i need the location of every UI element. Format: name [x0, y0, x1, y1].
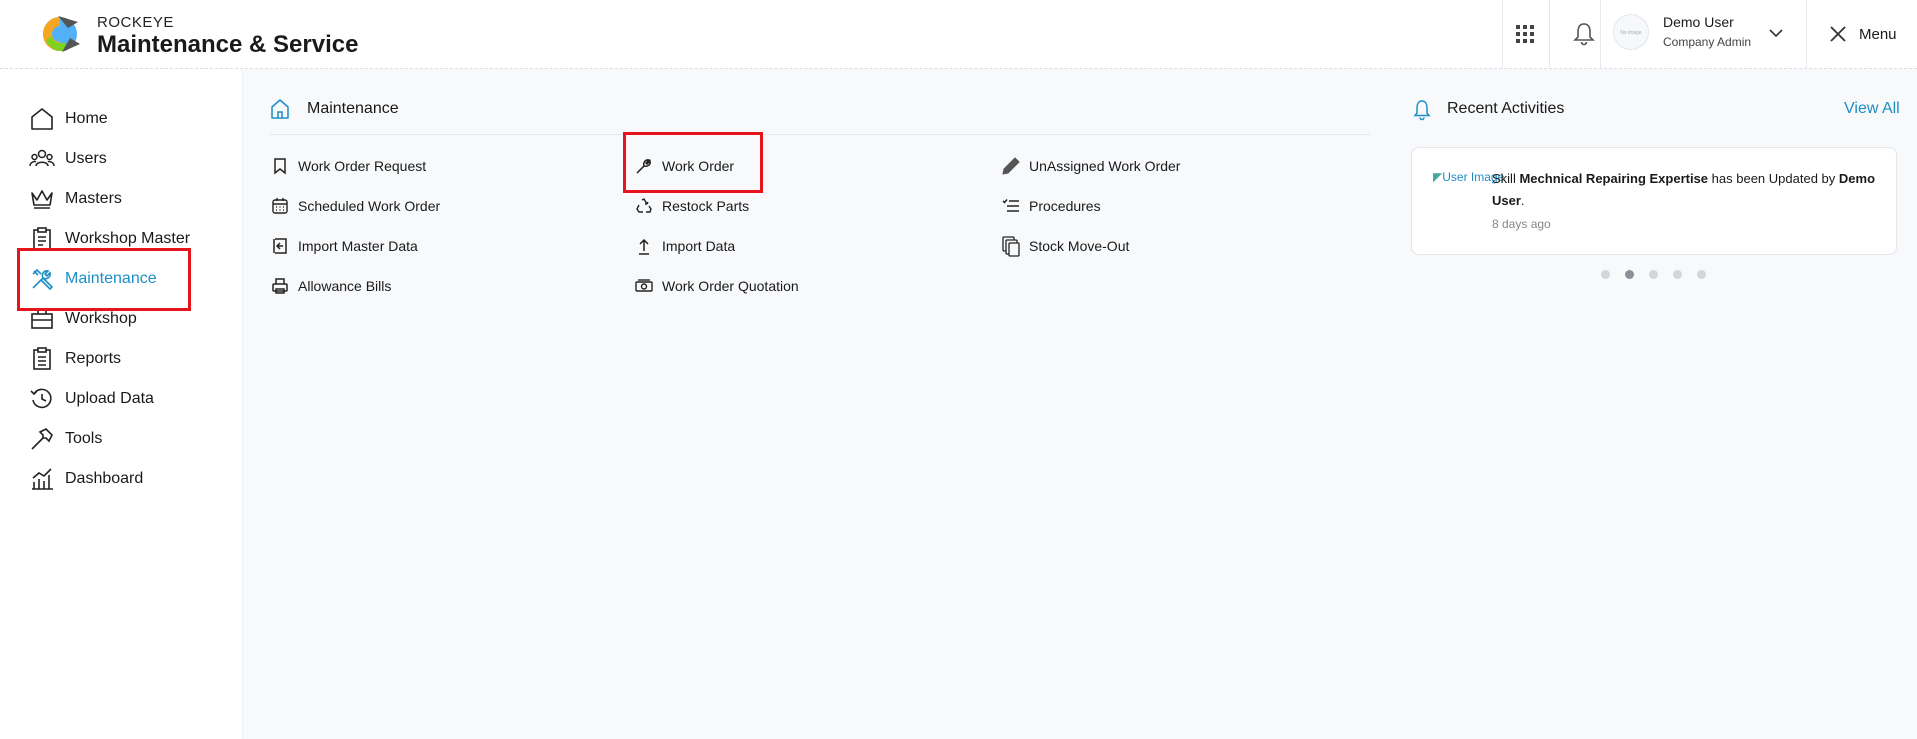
link-label: Stock Move-Out [1029, 238, 1130, 254]
carousel-pagination [1601, 270, 1721, 279]
crown-icon [28, 185, 56, 213]
notification-bell-icon[interactable] [1572, 21, 1596, 47]
apps-grid-icon[interactable] [1515, 24, 1535, 44]
activity-subject: Mechnical Repairing Expertise [1519, 171, 1709, 186]
activity-text: Skill Mechnical Repairing Expertise has … [1492, 168, 1892, 212]
sidebar-item-upload-data[interactable]: Upload Data [28, 383, 208, 415]
sidebar-item-label: Workshop [65, 310, 137, 327]
link-label: Allowance Bills [298, 278, 392, 294]
chart-icon [28, 465, 56, 493]
link-label: Import Data [662, 238, 736, 254]
recycle-icon [633, 195, 655, 217]
link-unassigned-work-order[interactable]: UnAssigned Work Order [1000, 154, 1180, 178]
sidebar-item-tools[interactable]: Tools [28, 423, 208, 455]
printer-icon [269, 275, 291, 297]
clipboard-icon [28, 225, 56, 253]
section-divider [270, 134, 1370, 135]
sidebar-item-label: Workshop Master [65, 230, 191, 247]
link-label: UnAssigned Work Order [1029, 158, 1181, 174]
user-name[interactable]: Demo User [1663, 14, 1734, 30]
calendar-icon [269, 195, 291, 217]
activity-middle: has been Updated by [1711, 171, 1836, 186]
link-label: Work Order Request [298, 158, 427, 174]
link-label: Work Order Quotation [662, 278, 799, 294]
link-scheduled-work-order[interactable]: Scheduled Work Order [269, 194, 440, 218]
import-icon [269, 235, 291, 257]
activity-suffix: . [1520, 193, 1525, 208]
link-label: Work Order [662, 158, 735, 174]
link-work-order[interactable]: Work Order [633, 154, 734, 178]
link-label: Procedures [1029, 198, 1101, 214]
report-icon [28, 345, 56, 373]
link-work-order-request[interactable]: Work Order Request [269, 154, 426, 178]
sidebar-item-masters[interactable]: Masters [28, 183, 208, 215]
copy-icon [1000, 235, 1022, 257]
sidebar-item-label: Reports [65, 350, 122, 367]
upload-arrow-icon [633, 235, 655, 257]
link-restock-parts[interactable]: Restock Parts [633, 194, 749, 218]
link-label: Scheduled Work Order [298, 198, 441, 214]
close-icon[interactable] [1828, 24, 1848, 44]
link-work-order-quotation[interactable]: Work Order Quotation [633, 274, 799, 298]
top-header: ROCKEYE Maintenance & Service No image D… [0, 0, 1917, 69]
header-divider [1806, 0, 1807, 69]
carousel-dot[interactable] [1601, 270, 1610, 279]
brand-company: ROCKEYE [97, 14, 174, 31]
bell-icon [1413, 100, 1431, 121]
carousel-dot-active[interactable] [1625, 270, 1634, 279]
sidebar-item-label: Tools [65, 430, 103, 447]
link-allowance-bills[interactable]: Allowance Bills [269, 274, 391, 298]
menu-button[interactable]: Menu [1859, 26, 1897, 43]
carousel-dot[interactable] [1649, 270, 1658, 279]
activity-time: 8 days ago [1492, 217, 1551, 231]
link-stock-move-out[interactable]: Stock Move-Out [1000, 234, 1129, 258]
sidebar-item-reports[interactable]: Reports [28, 343, 208, 375]
tools-icon [28, 265, 56, 293]
header-divider [1502, 0, 1503, 69]
link-label: Restock Parts [662, 198, 750, 214]
broken-image-icon: ◤ [1433, 170, 1443, 184]
view-all-link[interactable]: View All [1844, 100, 1900, 118]
header-divider [1600, 0, 1601, 69]
sidebar-item-label: Upload Data [65, 390, 154, 407]
home-icon [271, 99, 289, 119]
wrench-icon [633, 155, 655, 177]
briefcase-icon [28, 305, 56, 333]
hammer-icon [28, 425, 56, 453]
users-icon [28, 145, 56, 173]
sidebar-item-label: Masters [65, 190, 122, 207]
sidebar-item-label: Users [65, 150, 107, 167]
sidebar-item-workshop[interactable]: Workshop [28, 303, 208, 335]
brand-app-title: Maintenance & Service [97, 31, 359, 58]
recent-activities-title: Recent Activities [1447, 100, 1565, 117]
user-avatar[interactable]: No image [1613, 14, 1649, 50]
carousel-dot[interactable] [1697, 270, 1706, 279]
activity-prefix: Skill [1492, 171, 1516, 186]
sidebar-item-label: Maintenance [65, 270, 157, 287]
user-role: Company Admin [1663, 35, 1752, 49]
link-import-master-data[interactable]: Import Master Data [269, 234, 418, 258]
cash-icon [633, 275, 655, 297]
sidebar-item-home[interactable]: Home [28, 103, 208, 135]
link-procedures[interactable]: Procedures [1000, 194, 1101, 218]
rockeye-logo-icon [43, 16, 80, 52]
home-icon [28, 105, 56, 133]
link-import-data[interactable]: Import Data [633, 234, 735, 258]
checklist-icon [1000, 195, 1022, 217]
header-divider [1549, 0, 1550, 69]
section-title: Maintenance [307, 100, 399, 117]
carousel-dot[interactable] [1673, 270, 1682, 279]
bookmark-icon [269, 155, 291, 177]
sidebar-item-users[interactable]: Users [28, 143, 208, 175]
link-label: Import Master Data [298, 238, 418, 254]
sidebar-item-workshop-master[interactable]: Workshop Master [28, 223, 208, 255]
sidebar-item-dashboard[interactable]: Dashboard [28, 463, 208, 495]
chevron-down-icon[interactable] [1768, 26, 1784, 40]
pencil-icon [1000, 155, 1022, 177]
sidebar-item-label: Home [65, 110, 108, 127]
sidebar-item-label: Dashboard [65, 470, 144, 487]
history-icon [28, 385, 56, 413]
sidebar-item-maintenance[interactable]: Maintenance [28, 263, 208, 295]
